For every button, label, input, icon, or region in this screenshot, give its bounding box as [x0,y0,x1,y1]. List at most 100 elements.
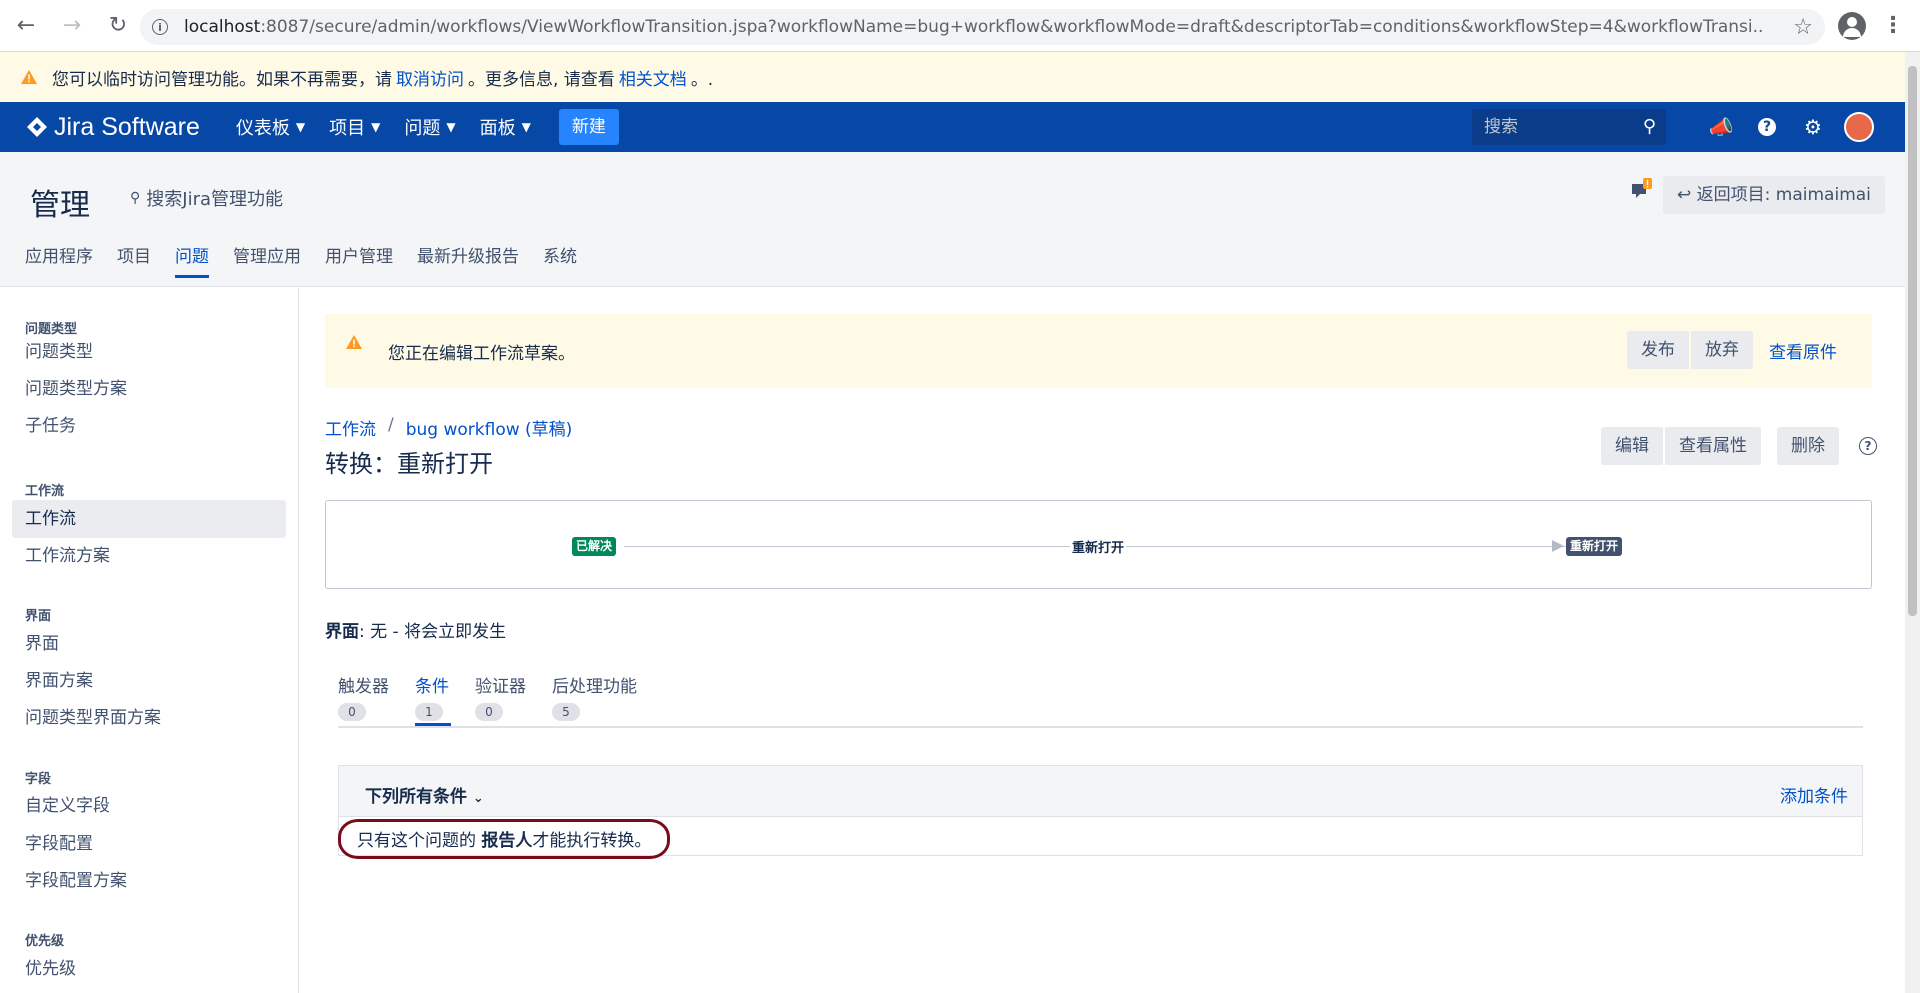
menu-dashboards[interactable]: 仪表板 ▼ [224,114,317,140]
banner-text-before: 您可以临时访问管理功能。如果不再需要，请 [52,69,392,90]
breadcrumb-workflows[interactable]: 工作流 [325,415,376,440]
annotation-highlight-oval [338,819,670,859]
sidebar-heading-screens: 界面 [25,609,52,624]
tab-conditions[interactable]: 条件 1 [415,672,451,726]
tab-triggers[interactable]: 触发器 0 [338,672,389,721]
admin-sidebar: 问题类型 问题类型 问题类型方案 子任务 工作流 工作流 工作流方案 界面 界面… [0,288,299,993]
sidebar-item-field-configuration-schemes[interactable]: 字段配置方案 [12,862,286,900]
breadcrumb-separator: / [388,415,394,435]
related-docs-link[interactable]: 相关文档 [619,65,687,90]
publish-button[interactable]: 发布 [1627,331,1689,369]
active-tab-indicator [415,723,451,726]
tab-validators[interactable]: 验证器 0 [475,672,526,721]
add-condition-link[interactable]: 添加条件 [1780,782,1848,807]
chevron-down-icon: ▼ [521,120,531,134]
cancel-access-link[interactable]: 取消访问 [396,65,464,90]
url-text[interactable]: localhost:8087/secure/admin/workflows/Vi… [184,17,1764,37]
sidebar-item-screen-schemes[interactable]: 界面方案 [12,662,286,700]
view-original-link[interactable]: 查看原件 [1769,338,1837,363]
help-icon[interactable]: ? [1752,112,1782,142]
transition-tabs: 触发器 0 条件 1 验证器 0 后处理功能 5 [338,672,1863,728]
tab-system[interactable]: 系统 [543,242,577,278]
forward-arrow-icon[interactable]: → [52,6,92,46]
browser-menu-icon[interactable]: ⋮ [1882,12,1904,40]
menu-projects[interactable]: 项目 ▼ [317,114,392,140]
from-status-lozenge: 已解决 [572,537,617,556]
sidebar-item-custom-fields[interactable]: 自定义字段 [12,787,286,825]
breadcrumb-bug-workflow[interactable]: bug workflow (草稿) [406,415,573,440]
help-icon[interactable]: ? [1859,437,1877,455]
page-scrollbar[interactable] [1905,52,1920,993]
chevron-down-icon: ▼ [446,120,456,134]
admin-title: 管理 [30,188,90,223]
tab-post-functions[interactable]: 后处理功能 5 [552,672,637,721]
conditions-group-dropdown[interactable]: 下列所有条件 ⌄ [365,782,484,807]
sidebar-item-workflows[interactable]: 工作流 [12,500,286,538]
menu-label: 项目 [329,118,366,139]
sidebar-item-field-configurations[interactable]: 字段配置 [12,825,286,863]
warning-icon [21,70,37,84]
banner-text-middle: 。更多信息, 请查看 [468,69,615,90]
sidebar-item-subtasks[interactable]: 子任务 [12,407,286,445]
chevron-down-icon: ▼ [295,120,306,134]
reload-icon[interactable]: ↻ [98,6,138,46]
admin-tabs: 应用程序 项目 问题 管理应用 用户管理 最新升级报告 系统 [25,242,601,278]
tab-issues[interactable]: 问题 [175,242,209,278]
sidebar-heading-workflows: 工作流 [25,484,65,499]
conditions-header: 下列所有条件 ⌄ 添加条件 [339,766,1862,817]
address-bar[interactable]: i localhost:8087/secure/admin/workflows/… [140,9,1825,45]
jira-diamond-icon [27,117,47,137]
sidebar-item-workflow-schemes[interactable]: 工作流方案 [12,537,286,575]
notification-icon[interactable] [1630,178,1652,202]
search-placeholder: 搜索 [1484,117,1518,137]
sidebar-item-issue-type-screen-schemes[interactable]: 问题类型界面方案 [12,699,286,737]
tab-count-badge: 5 [552,703,580,721]
to-status-lozenge: 重新打开 [1566,537,1623,556]
browser-profile-icon[interactable] [1838,12,1866,40]
arrow-head-icon [1552,540,1564,552]
admin-search-label: 搜索Jira管理功能 [146,189,284,210]
delete-button[interactable]: 删除 [1777,427,1839,465]
menu-label: 面板 [479,118,516,139]
info-icon[interactable]: i [152,19,168,35]
back-arrow-icon[interactable]: ← [6,6,46,46]
user-avatar[interactable] [1844,112,1874,142]
header-search-input[interactable]: 搜索 ⚲ [1472,109,1666,145]
tab-manage-apps[interactable]: 管理应用 [233,242,301,278]
tab-applications[interactable]: 应用程序 [25,242,93,278]
transition-diagram: 已解决 重新打开 重新打开 [325,500,1872,589]
megaphone-icon[interactable]: 📣 [1706,112,1736,142]
create-button[interactable]: 新建 [558,109,619,145]
menu-label: 仪表板 [235,118,290,139]
tab-label: 触发器 [338,677,389,697]
tab-projects[interactable]: 项目 [117,242,151,278]
bookmark-star-icon[interactable]: ☆ [1793,15,1813,40]
conditions-group-label: 下列所有条件 [365,787,467,807]
admin-page-header: 管理 ⚲ 搜索Jira管理功能 ↩ 返回项目: maimaimai 应用程序 项… [0,152,1905,287]
draft-notice: 您正在编辑工作流草案。 发布 放弃 查看原件 [325,314,1872,388]
jira-logo[interactable]: Jira Software [26,113,200,142]
url-host: localhost [184,17,261,37]
edit-button[interactable]: 编辑 [1601,427,1663,465]
menu-issues[interactable]: 问题 ▼ [392,114,467,140]
search-icon[interactable]: ⚲ [1643,109,1656,145]
scrollbar-thumb[interactable] [1908,66,1917,616]
admin-search[interactable]: ⚲ 搜索Jira管理功能 [130,185,283,211]
sidebar-item-issue-type-schemes[interactable]: 问题类型方案 [12,370,286,408]
sidebar-item-priorities[interactable]: 优先级 [12,950,286,988]
view-properties-button[interactable]: 查看属性 [1665,427,1761,465]
sidebar-heading-fields: 字段 [25,772,52,787]
sidebar-item-screens[interactable]: 界面 [12,625,286,663]
sidebar-item-issue-types[interactable]: 问题类型 [12,333,286,371]
back-to-project-button[interactable]: ↩ 返回项目: maimaimai [1663,176,1885,214]
tab-user-management[interactable]: 用户管理 [325,242,393,278]
menu-boards[interactable]: 面板 ▼ [468,114,543,140]
admin-access-banner: 您可以临时访问管理功能。如果不再需要，请 取消访问 。更多信息, 请查看 相关文… [0,52,1905,102]
discard-button[interactable]: 放弃 [1691,331,1753,369]
screen-value: : 无 - 将会立即发生 [359,622,507,642]
browser-toolbar: ← → ↻ i localhost:8087/secure/admin/work… [0,0,1920,52]
tab-upgrade-report[interactable]: 最新升级报告 [417,242,519,278]
tab-count-badge: 0 [338,703,366,721]
screen-info: 界面: 无 - 将会立即发生 [325,617,506,642]
gear-icon[interactable]: ⚙ [1798,112,1828,142]
